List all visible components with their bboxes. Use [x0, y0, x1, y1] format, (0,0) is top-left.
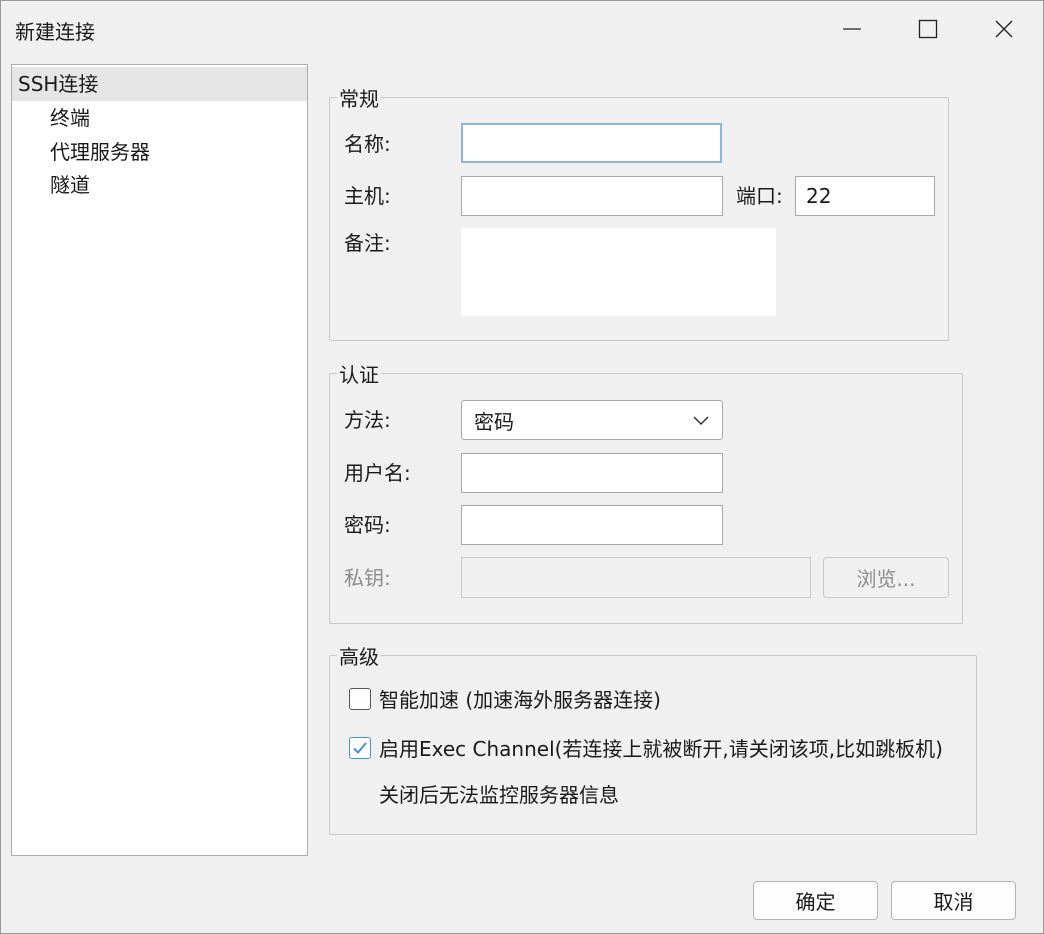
username-input[interactable]: [461, 453, 723, 493]
title-bar: 新建连接: [1, 1, 1043, 57]
password-input[interactable]: [461, 505, 723, 545]
method-label: 方法:: [344, 408, 391, 432]
private-key-label: 私钥:: [344, 566, 391, 590]
window-title: 新建连接: [15, 20, 95, 44]
new-connection-dialog: 新建连接 SSH连接 终端 代理服务器 隧道 常规 名称: 主机: 端口: 备注…: [0, 0, 1044, 934]
port-label: 端口:: [736, 184, 783, 208]
name-label: 名称:: [344, 132, 391, 156]
advanced-legend: 高级: [339, 645, 379, 669]
tree-item-label: 代理服务器: [50, 140, 150, 164]
auth-legend: 认证: [339, 363, 379, 387]
method-selected-value: 密码: [474, 409, 514, 434]
note-label: 备注:: [344, 231, 391, 255]
close-icon: [995, 20, 1013, 38]
exec-channel-label: 启用Exec Channel(若连接上就被断开,请关闭该项,比如跳板机): [379, 737, 943, 761]
tree-item-proxy[interactable]: 代理服务器: [12, 135, 307, 169]
settings-tree: SSH连接 终端 代理服务器 隧道: [11, 64, 308, 856]
chevron-down-icon: [693, 416, 709, 426]
port-input[interactable]: [795, 176, 935, 216]
username-label: 用户名:: [344, 461, 411, 485]
exec-channel-note: 关闭后无法监控服务器信息: [379, 783, 619, 807]
tree-item-tunnel[interactable]: 隧道: [12, 168, 307, 202]
smart-accel-label: 智能加速 (加速海外服务器连接): [379, 688, 661, 712]
host-label: 主机:: [344, 184, 391, 208]
tree-item-label: 终端: [50, 106, 90, 130]
note-textarea[interactable]: [461, 228, 776, 316]
password-label: 密码:: [344, 513, 391, 537]
tree-item-label: SSH连接: [18, 72, 99, 96]
checkmark-icon: [353, 742, 367, 754]
maximize-icon: [918, 19, 938, 39]
private-key-input[interactable]: [461, 557, 811, 598]
tree-item-ssh[interactable]: SSH连接: [12, 67, 307, 101]
ok-button[interactable]: 确定: [753, 881, 878, 920]
close-button[interactable]: [965, 1, 1043, 57]
method-select[interactable]: 密码: [461, 400, 723, 440]
minimize-button[interactable]: [813, 1, 891, 57]
exec-channel-checkbox[interactable]: [349, 737, 371, 759]
name-input[interactable]: [461, 123, 722, 163]
tree-item-terminal[interactable]: 终端: [12, 101, 307, 135]
host-input[interactable]: [461, 176, 723, 216]
maximize-button[interactable]: [889, 1, 967, 57]
minimize-icon: [843, 28, 861, 30]
smart-accel-checkbox[interactable]: [349, 688, 371, 710]
general-legend: 常规: [339, 87, 379, 111]
browse-button[interactable]: 浏览...: [823, 557, 949, 598]
cancel-button[interactable]: 取消: [891, 881, 1016, 920]
tree-item-label: 隧道: [50, 173, 90, 197]
